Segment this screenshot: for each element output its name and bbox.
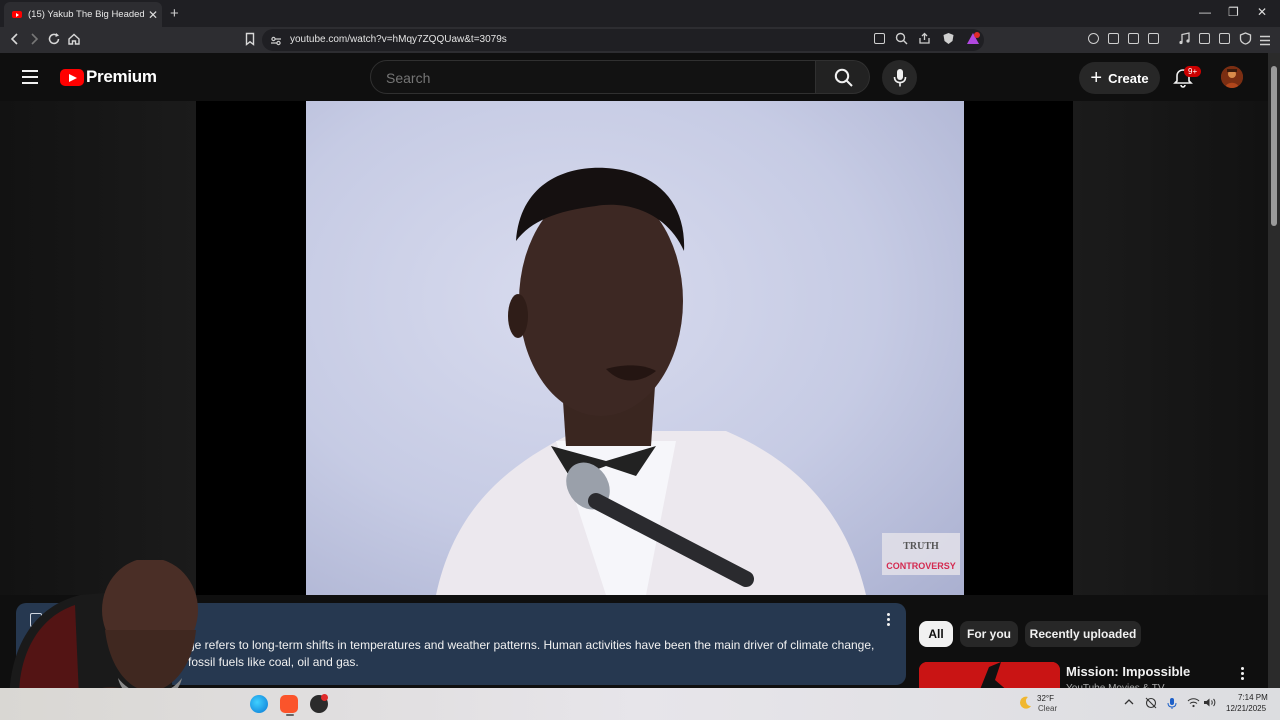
video-watermark: TRUTH CONTROVERSY [882, 533, 960, 575]
moon-weather-icon[interactable] [1017, 695, 1033, 716]
forward-icon[interactable] [28, 32, 40, 48]
youtube-logo-icon[interactable] [60, 69, 84, 86]
youtube-favicon-icon [12, 11, 22, 18]
bookmark-icon[interactable] [244, 32, 256, 48]
vpn-shield-icon[interactable] [1239, 32, 1252, 50]
window-close-button[interactable]: ✕ [1257, 5, 1267, 19]
minimize-button[interactable]: — [1199, 5, 1211, 19]
chip-for-you[interactable]: For you [960, 621, 1018, 647]
chip-recently-uploaded[interactable]: Recently uploaded [1025, 621, 1141, 647]
tab-close-icon[interactable]: ✕ [148, 8, 158, 22]
sync-off-icon[interactable] [1145, 697, 1157, 712]
description-text: ge refers to long-term shifts in tempera… [188, 638, 875, 669]
more-options-icon[interactable] [884, 613, 894, 628]
active-app-indicator [286, 714, 294, 716]
brave-rewards-icon[interactable] [966, 32, 980, 50]
search-icon [834, 68, 853, 87]
weather-temperature[interactable]: 32°F [1037, 694, 1054, 703]
video-frame[interactable]: TRUTH CONTROVERSY [306, 101, 964, 595]
guide-menu-icon[interactable] [22, 70, 38, 88]
brave-shields-icon[interactable] [942, 32, 955, 50]
app-notification-dot [321, 694, 328, 701]
url-text[interactable]: youtube.com/watch?v=hMqy7ZQQUaw&t=3079s [290, 34, 507, 45]
clock-time[interactable]: 7:14 PM [1238, 693, 1268, 702]
scrollbar-thumb[interactable] [1271, 66, 1277, 226]
notification-count-badge: 9+ [1184, 66, 1202, 77]
search-input[interactable] [384, 69, 788, 87]
translate-icon[interactable] [1108, 33, 1119, 44]
ambient-left [0, 101, 196, 595]
sidebar-icon[interactable] [1199, 33, 1210, 44]
browser-menu-icon[interactable] [1259, 33, 1271, 51]
wifi-icon[interactable] [1187, 697, 1200, 711]
plus-icon: + [1090, 66, 1103, 89]
os-taskbar [0, 688, 1280, 720]
volume-icon[interactable] [1203, 697, 1216, 711]
microphone-tray-icon[interactable] [1167, 697, 1177, 713]
site-settings-icon[interactable] [270, 34, 282, 52]
extensions-icon[interactable] [1128, 33, 1139, 44]
wallet-panel-icon[interactable] [1219, 33, 1230, 44]
browser-tab-strip [0, 0, 1280, 27]
wallet-icon[interactable] [1088, 33, 1099, 44]
watermark-line2: CONTROVERSY [886, 561, 956, 571]
home-icon[interactable] [67, 32, 81, 48]
voice-search-button[interactable] [882, 60, 917, 95]
clock-date[interactable]: 12/21/2025 [1226, 704, 1266, 713]
chip-all[interactable]: All [919, 621, 953, 647]
tab-title: (15) Yakub The Big Headed Scie [28, 9, 144, 20]
video-still-image: TRUTH CONTROVERSY [436, 167, 960, 595]
youtube-premium-brand[interactable]: Premium [86, 67, 157, 87]
restore-button[interactable]: ❐ [1228, 5, 1239, 19]
music-icon[interactable] [1178, 32, 1191, 50]
watermark-line1: TRUTH [903, 541, 939, 552]
browser-tab-active[interactable]: (15) Yakub The Big Headed Scie ✕ [4, 2, 162, 27]
share-icon[interactable] [918, 32, 931, 50]
brave-browser-icon[interactable] [280, 695, 298, 713]
tray-overflow-icon[interactable] [1124, 697, 1134, 709]
recommendation-title[interactable]: Mission: Impossible [1066, 664, 1190, 679]
new-tab-button[interactable]: + [170, 5, 179, 22]
create-label: Create [1108, 70, 1149, 86]
tab-search-icon[interactable] [1148, 33, 1159, 44]
recommendation-more-icon[interactable] [1241, 667, 1247, 682]
weather-condition[interactable]: Clear [1038, 704, 1057, 713]
create-button[interactable]: + Create [1079, 62, 1160, 94]
ambient-right [1073, 101, 1268, 595]
microphone-icon [893, 69, 907, 87]
avatar[interactable] [1221, 66, 1243, 88]
cast-icon[interactable] [874, 33, 885, 44]
back-icon[interactable] [9, 32, 21, 48]
search-button[interactable] [816, 60, 870, 94]
reload-icon[interactable] [47, 32, 61, 48]
edge-browser-icon[interactable] [250, 695, 268, 713]
zoom-icon[interactable] [895, 32, 908, 50]
search-box[interactable] [370, 60, 816, 94]
